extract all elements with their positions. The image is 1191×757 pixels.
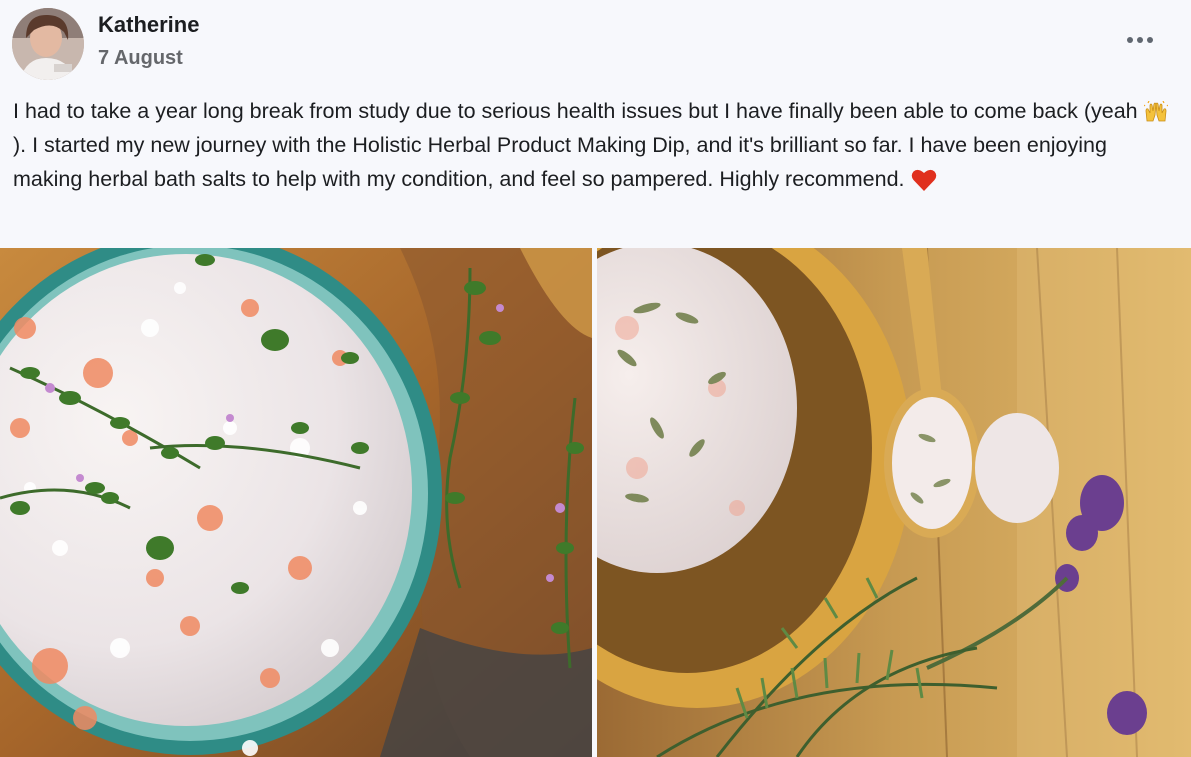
post-text-part-1: I had to take a year long break from stu… xyxy=(13,99,1144,123)
red-heart-emoji-icon xyxy=(911,168,937,192)
post-header: Katherine 7 August xyxy=(0,0,1191,90)
post-date[interactable]: 7 August xyxy=(98,47,183,70)
post-text: I had to take a year long break from stu… xyxy=(13,94,1178,196)
author-name[interactable]: Katherine xyxy=(98,12,199,38)
photo-grid xyxy=(0,248,1191,757)
more-options-button[interactable] xyxy=(1120,24,1160,56)
more-horizontal-icon xyxy=(1127,37,1133,43)
avatar[interactable] xyxy=(12,8,84,80)
raised-hands-emoji-icon xyxy=(1143,101,1168,123)
photo-bath-salts-bowl[interactable] xyxy=(0,248,592,757)
photo-wooden-bowl-lavender[interactable] xyxy=(597,248,1191,757)
post-text-part-2: ). I started my new journey with the Hol… xyxy=(13,133,1107,191)
